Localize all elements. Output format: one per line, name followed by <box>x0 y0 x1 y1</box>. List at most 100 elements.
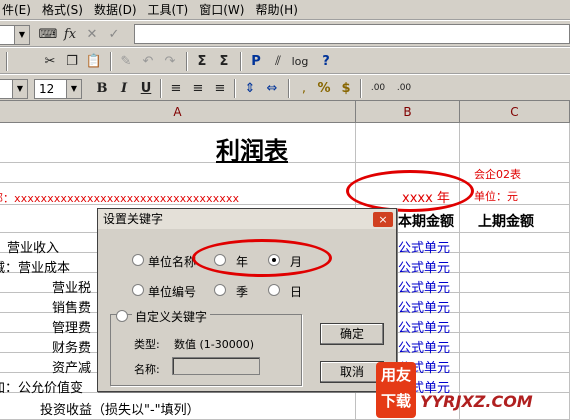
formula-cell[interactable]: 公式单元 <box>398 297 450 316</box>
sum-sort-icon[interactable]: Σ <box>214 52 234 71</box>
cancel-button[interactable]: 取消 <box>320 361 384 383</box>
function-icon[interactable]: fx <box>60 25 80 44</box>
increase-decimal-icon[interactable]: .00 <box>366 79 390 98</box>
menu-tools[interactable]: 工具(T) <box>146 1 198 18</box>
font-name-select[interactable]: ▼ <box>0 79 28 99</box>
row-label: 管理费 <box>52 321 92 336</box>
grid-cell[interactable] <box>0 163 356 183</box>
row-label: 营业税 <box>52 281 92 296</box>
menu-data[interactable]: 数据(D) <box>92 1 146 18</box>
separator <box>160 79 162 98</box>
format-toolbar: ▼ 12 ▼ B I U ≡ ≡ ≡ ⇕ ⇔ , % $ .00 .00 <box>0 75 570 101</box>
set-keyword-dialog: 设置关键字 × 单位名称 年 月 单位编号 季 日 自定义关键字 类型: 数值 … <box>97 208 397 392</box>
radio-unit-name[interactable] <box>132 254 144 266</box>
menu-help[interactable]: 帮助(H) <box>253 1 306 18</box>
title-cell[interactable] <box>0 123 356 163</box>
separator <box>360 79 362 98</box>
company-unit-row: 部：xxxxxxxxxxxxxxxxxxxxxxxxxxxxxxxxxx <box>0 192 240 205</box>
align-icon[interactable]: ⫽ <box>268 52 288 71</box>
sum-icon[interactable]: Σ <box>192 52 212 71</box>
unit-code-label: 单位编号 <box>148 285 197 299</box>
p-icon[interactable]: P <box>246 52 266 71</box>
dialog-title: 设置关键字 <box>98 209 396 229</box>
help-pointer-icon[interactable]: ? <box>316 52 336 71</box>
unit-label: 单位：元 <box>474 190 518 203</box>
vertical-align-icon[interactable]: ⇕ <box>240 79 260 98</box>
cell-name-box[interactable]: ▼ <box>0 25 30 45</box>
chevron-down-icon[interactable]: ▼ <box>66 80 81 98</box>
separator <box>6 52 8 71</box>
bold-button[interactable]: B <box>92 79 112 98</box>
unit-name-label: 单位名称 <box>148 255 197 269</box>
column-header-c[interactable]: C <box>460 101 570 123</box>
grid-cell[interactable] <box>460 233 570 253</box>
type-value: 数值 (1-30000) <box>174 338 255 351</box>
radio-quarter[interactable] <box>214 284 226 296</box>
separator <box>234 79 236 98</box>
italic-button[interactable]: I <box>114 79 134 98</box>
font-size-value: 12 <box>39 82 55 96</box>
highlight-ring-year-month <box>192 239 332 277</box>
radio-custom-keyword[interactable] <box>116 310 128 322</box>
grid-cell[interactable] <box>460 373 570 393</box>
formula-cell[interactable]: 公式单元 <box>398 237 450 256</box>
paste-icon[interactable]: 📋 <box>84 52 104 71</box>
underline-button[interactable]: U <box>136 79 156 98</box>
percent-icon[interactable]: % <box>314 79 334 98</box>
grid-cell[interactable] <box>460 253 570 273</box>
font-size-select[interactable]: 12 ▼ <box>34 79 82 99</box>
row-label: 财务费 <box>52 341 92 356</box>
formula-cell[interactable]: 公式单元 <box>398 257 450 276</box>
grid-cell[interactable] <box>356 123 460 163</box>
watermark-site: YYRJXZ.COM <box>420 392 533 411</box>
formula-cell[interactable]: 公式单元 <box>398 337 450 356</box>
menu-format[interactable]: 格式(S) <box>40 1 92 18</box>
menu-window[interactable]: 窗口(W) <box>197 1 253 18</box>
horizontal-fit-icon[interactable]: ⇔ <box>262 79 282 98</box>
column-header-a[interactable]: A <box>0 101 356 123</box>
radio-day[interactable] <box>268 284 280 296</box>
current-amount-header: 本期金额 <box>398 214 454 230</box>
watermark-brand-2: 下载 <box>380 392 411 410</box>
separator <box>288 79 290 98</box>
decrease-decimal-icon[interactable]: .00 <box>392 79 416 98</box>
format-painter-icon[interactable]: ✎ <box>116 52 136 71</box>
column-header-b[interactable]: B <box>356 101 460 123</box>
menu-file[interactable]: 件(E) <box>0 1 40 18</box>
currency-icon[interactable]: $ <box>336 79 356 98</box>
redo-icon[interactable]: ↷ <box>160 52 180 71</box>
chevron-down-icon[interactable]: ▼ <box>14 26 29 44</box>
confirm-icon[interactable]: ✓ <box>104 25 124 44</box>
row-label: 、营业收入 <box>0 241 60 256</box>
chevron-down-icon[interactable]: ▼ <box>12 80 27 98</box>
ok-button[interactable]: 确定 <box>320 323 384 345</box>
copy-icon[interactable]: ❐ <box>62 52 82 71</box>
row-label: 销售费 <box>52 301 92 316</box>
name-input[interactable] <box>172 357 260 375</box>
form-code: 会企02表 <box>474 168 521 181</box>
formula-input[interactable] <box>134 24 570 44</box>
formula-cell[interactable]: 公式单元 <box>398 317 450 336</box>
keyboard-icon[interactable]: ⌨ <box>38 25 58 44</box>
grid-cell[interactable] <box>460 313 570 333</box>
radio-unit-code[interactable] <box>132 284 144 296</box>
type-label: 类型: <box>134 338 160 351</box>
grid-cell[interactable] <box>460 123 570 163</box>
grid-cell[interactable] <box>460 353 570 373</box>
cancel-icon[interactable]: ✕ <box>82 25 102 44</box>
menu-bar: 件(E) 格式(S) 数据(D) 工具(T) 窗口(W) 帮助(H) <box>0 0 570 20</box>
align-left-icon[interactable]: ≡ <box>166 79 186 98</box>
undo-icon[interactable]: ↶ <box>138 52 158 71</box>
separator <box>110 52 112 71</box>
align-center-icon[interactable]: ≡ <box>188 79 208 98</box>
align-right-icon[interactable]: ≡ <box>210 79 230 98</box>
formula-cell[interactable]: 公式单元 <box>398 277 450 296</box>
comma-icon[interactable]: , <box>294 79 314 98</box>
log-icon[interactable]: log <box>290 52 310 71</box>
grid-cell[interactable] <box>460 293 570 313</box>
grid-cell[interactable] <box>460 273 570 293</box>
cut-icon[interactable]: ✂ <box>40 52 60 71</box>
formula-toolbar: ▼ ⌨ fx ✕ ✓ <box>0 21 570 47</box>
close-icon[interactable]: × <box>373 212 393 227</box>
grid-cell[interactable] <box>460 333 570 353</box>
